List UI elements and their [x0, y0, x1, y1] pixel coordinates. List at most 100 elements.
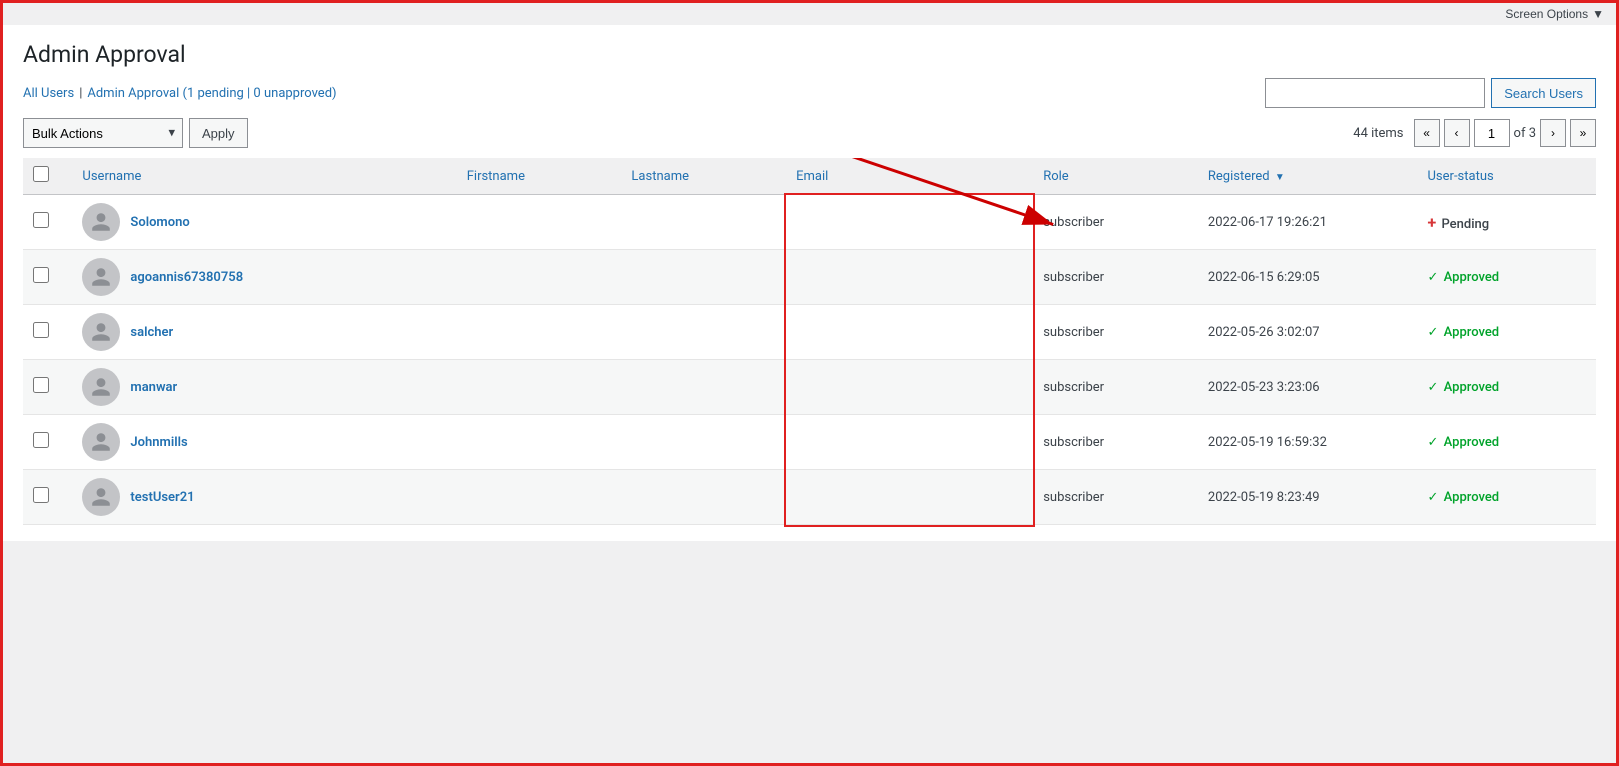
table-row: Solomono subscriber2022-06-17 19:26:21+ …	[23, 195, 1596, 250]
toolbar: Bulk Actions Apply 44 items « ‹ of 3 › »	[23, 118, 1596, 148]
search-users-button[interactable]: Search Users	[1491, 78, 1596, 108]
header-registered[interactable]: Registered ▼	[1198, 158, 1418, 195]
status-badge: ✓ Approved	[1428, 490, 1500, 505]
username-link[interactable]: agoannis67380758	[130, 270, 243, 285]
table-container: Username Firstname Lastname Email Role	[23, 158, 1596, 525]
user-avatar-icon	[90, 211, 112, 233]
role-cell: subscriber	[1033, 305, 1198, 360]
admin-approval-link[interactable]: Admin Approval (1 pending | 0 unapproved…	[87, 86, 336, 101]
table-row: agoannis67380758 subscriber2022-06-15 6:…	[23, 250, 1596, 305]
row-checkbox-2[interactable]	[33, 322, 49, 338]
username-link[interactable]: Solomono	[130, 215, 189, 230]
avatar	[82, 423, 120, 461]
all-users-link[interactable]: All Users	[23, 86, 74, 101]
registered-cell: 2022-06-15 6:29:05	[1198, 250, 1418, 305]
email-cell	[786, 360, 1033, 415]
username-link[interactable]: Johnmills	[130, 435, 187, 450]
status-cell: ✓ Approved	[1418, 250, 1597, 305]
select-all-checkbox[interactable]	[33, 166, 49, 182]
registered-sort-arrow: ▼	[1275, 172, 1285, 183]
row-checkbox-3[interactable]	[33, 377, 49, 393]
page-last-button[interactable]: »	[1570, 119, 1596, 147]
row-checkbox-1[interactable]	[33, 267, 49, 283]
check-icon: ✓	[1428, 380, 1439, 395]
nav-separator: |	[79, 86, 82, 101]
lastname-cell	[621, 195, 786, 250]
page-prev-button[interactable]: ‹	[1444, 119, 1470, 147]
avatar	[82, 313, 120, 351]
header-role[interactable]: Role	[1033, 158, 1198, 195]
username-link[interactable]: manwar	[130, 380, 177, 395]
bulk-actions-select[interactable]: Bulk Actions	[23, 118, 183, 148]
check-icon: ✓	[1428, 490, 1439, 505]
check-icon: ✓	[1428, 435, 1439, 450]
header-username[interactable]: Username	[72, 158, 456, 195]
toolbar-left: Bulk Actions Apply	[23, 118, 248, 148]
status-badge: ✓ Approved	[1428, 270, 1500, 285]
lastname-cell	[621, 250, 786, 305]
registered-cell: 2022-05-19 8:23:49	[1198, 470, 1418, 525]
user-avatar-icon	[90, 486, 112, 508]
role-cell: subscriber	[1033, 250, 1198, 305]
username-cell: Solomono	[82, 203, 446, 241]
header-lastname[interactable]: Lastname	[621, 158, 786, 195]
page-first-button[interactable]: «	[1414, 119, 1440, 147]
page-number-input[interactable]	[1474, 119, 1510, 147]
status-cell: + Pending	[1418, 195, 1597, 250]
check-icon: ✓	[1428, 325, 1439, 340]
table-body: Solomono subscriber2022-06-17 19:26:21+ …	[23, 195, 1596, 525]
registered-cell: 2022-05-19 16:59:32	[1198, 415, 1418, 470]
apply-button[interactable]: Apply	[189, 118, 248, 148]
username-cell: testUser21	[82, 478, 446, 516]
registered-cell: 2022-05-23 3:23:06	[1198, 360, 1418, 415]
status-cell: ✓ Approved	[1418, 305, 1597, 360]
search-area: Search Users	[1265, 78, 1596, 108]
table-row: manwar subscriber2022-05-23 3:23:06 ✓ App…	[23, 360, 1596, 415]
user-avatar-icon	[90, 321, 112, 343]
header-user-status[interactable]: User-status	[1418, 158, 1597, 195]
avatar	[82, 203, 120, 241]
registered-cell: 2022-06-17 19:26:21	[1198, 195, 1418, 250]
lastname-cell	[621, 470, 786, 525]
status-cell: ✓ Approved	[1418, 360, 1597, 415]
avatar	[82, 258, 120, 296]
username-cell: agoannis67380758	[82, 258, 446, 296]
username-link[interactable]: salcher	[130, 325, 173, 340]
username-cell: Johnmills	[82, 423, 446, 461]
user-avatar-icon	[90, 376, 112, 398]
table-row: Johnmills subscriber2022-05-19 16:59:32✓…	[23, 415, 1596, 470]
search-input[interactable]	[1265, 78, 1485, 108]
user-avatar-icon	[90, 431, 112, 453]
page-next-button[interactable]: ›	[1540, 119, 1566, 147]
username-cell: manwar	[82, 368, 446, 406]
username-link[interactable]: testUser21	[130, 490, 194, 505]
screen-options-button[interactable]: Screen Options ▼	[1505, 7, 1604, 21]
avatar	[82, 478, 120, 516]
email-cell	[786, 305, 1033, 360]
page-of-label: of 3	[1514, 126, 1536, 141]
plus-icon: +	[1428, 213, 1437, 232]
row-checkbox-4[interactable]	[33, 432, 49, 448]
avatar	[82, 368, 120, 406]
registered-cell: 2022-05-26 3:02:07	[1198, 305, 1418, 360]
header-email[interactable]: Email	[786, 158, 1033, 195]
row-checkbox-5[interactable]	[33, 487, 49, 503]
status-badge: ✓ Approved	[1428, 380, 1500, 395]
role-cell: subscriber	[1033, 360, 1198, 415]
table-header-row: Username Firstname Lastname Email Role	[23, 158, 1596, 195]
lastname-cell	[621, 360, 786, 415]
lastname-cell	[621, 305, 786, 360]
email-cell	[786, 195, 1033, 250]
user-avatar-icon	[90, 266, 112, 288]
status-cell: ✓ Approved	[1418, 470, 1597, 525]
firstname-cell	[457, 305, 622, 360]
table-row: salcher subscriber2022-05-26 3:02:07✓ Ap…	[23, 305, 1596, 360]
row-checkbox-0[interactable]	[33, 212, 49, 228]
role-cell: subscriber	[1033, 195, 1198, 250]
email-cell	[786, 250, 1033, 305]
nav-links: All Users | Admin Approval (1 pending | …	[23, 86, 337, 101]
header-firstname[interactable]: Firstname	[457, 158, 622, 195]
screen-options-label: Screen Options	[1505, 7, 1588, 21]
screen-options-arrow: ▼	[1592, 7, 1604, 21]
firstname-cell	[457, 470, 622, 525]
